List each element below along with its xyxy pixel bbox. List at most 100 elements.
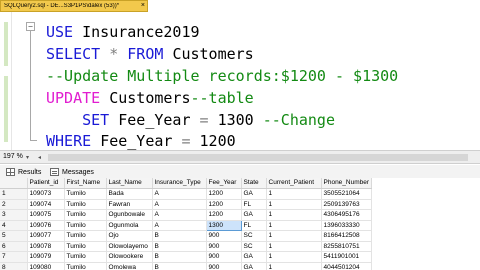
- query-tab[interactable]: SQLQuery2.sql - DE...S3P1PS\dalex (53))*…: [0, 0, 148, 12]
- table-cell[interactable]: Olowolayemo: [106, 241, 153, 252]
- column-header[interactable]: State: [241, 178, 267, 189]
- table-cell[interactable]: 1200: [206, 209, 242, 221]
- scroll-left-icon[interactable]: ◂: [38, 154, 41, 161]
- table-cell[interactable]: 1: [266, 251, 322, 263]
- table-cell[interactable]: 4044501204: [321, 262, 373, 270]
- row-number-cell[interactable]: 1: [0, 188, 28, 200]
- table-cell[interactable]: B: [152, 241, 207, 252]
- table-cell[interactable]: GA: [241, 188, 267, 200]
- table-cell[interactable]: 1: [266, 220, 322, 231]
- column-header[interactable]: Insurance_Type: [152, 178, 207, 189]
- table-cell[interactable]: 1: [266, 199, 322, 210]
- table-row[interactable]: 5 109077 Tumilo Ojo B 900 SC 1 8166412508: [0, 230, 373, 242]
- table-cell[interactable]: 900: [206, 251, 242, 263]
- table-cell[interactable]: Tumilo: [64, 209, 107, 221]
- zoom-level[interactable]: 197 %: [3, 153, 23, 160]
- table-cell[interactable]: A: [152, 209, 207, 221]
- table-cell[interactable]: 109075: [27, 209, 65, 221]
- zoom-dropdown-icon[interactable]: ▾: [26, 154, 29, 161]
- table-cell[interactable]: Tumilo: [64, 188, 107, 200]
- table-cell[interactable]: FL: [241, 199, 267, 210]
- table-cell[interactable]: Ojo: [106, 230, 153, 242]
- row-number-cell[interactable]: 4: [0, 220, 28, 231]
- column-header[interactable]: First_Name: [64, 178, 107, 189]
- tab-messages[interactable]: Messages: [50, 167, 94, 177]
- table-cell[interactable]: Tumilo: [64, 241, 107, 252]
- column-header[interactable]: Patient_id: [27, 178, 65, 189]
- column-header[interactable]: Fee_Year: [206, 178, 242, 189]
- table-cell[interactable]: A: [152, 220, 207, 231]
- table-cell[interactable]: 1: [266, 241, 322, 252]
- table-row[interactable]: 1 109073 Tumilo Bada A 1200 GA 1 3505521064: [0, 188, 373, 200]
- row-number-cell[interactable]: 2: [0, 199, 28, 210]
- row-number-cell[interactable]: 7: [0, 251, 28, 263]
- table-cell[interactable]: FL: [241, 220, 267, 231]
- table-cell[interactable]: Ogunbowale: [106, 209, 153, 221]
- horizontal-scrollbar[interactable]: [48, 154, 468, 161]
- table-cell[interactable]: Olowookere: [106, 251, 153, 263]
- column-header[interactable]: Last_Name: [106, 178, 153, 189]
- table-cell[interactable]: GA: [241, 209, 267, 221]
- table-row[interactable]: 8 109080 Tumilo Omolewa B 900 GA 1 4044501204: [0, 262, 373, 270]
- table-cell[interactable]: Fawran: [106, 199, 153, 210]
- row-number-cell[interactable]: 8: [0, 262, 28, 270]
- table-cell[interactable]: Tumilo: [64, 230, 107, 242]
- table-cell[interactable]: 109080: [27, 262, 65, 270]
- table-cell[interactable]: GA: [241, 251, 267, 263]
- table-cell[interactable]: A: [152, 188, 207, 200]
- table-cell[interactable]: 1: [266, 262, 322, 270]
- table-row[interactable]: 2 109074 Tumilo Fawran A 1200 FL 1 2509139763: [0, 199, 373, 210]
- column-header[interactable]: Current_Patient: [266, 178, 322, 189]
- table-cell[interactable]: 5411901001: [321, 251, 373, 263]
- table-cell[interactable]: 109078: [27, 241, 65, 252]
- table-cell[interactable]: 900: [206, 241, 242, 252]
- table-cell[interactable]: B: [152, 262, 207, 270]
- table-cell[interactable]: 109077: [27, 230, 65, 242]
- column-header[interactable]: Phone_Number: [321, 178, 373, 189]
- table-cell[interactable]: 900: [206, 262, 242, 270]
- table-cell[interactable]: 109076: [27, 220, 65, 231]
- table-cell[interactable]: 8255810751: [321, 241, 373, 252]
- table-cell[interactable]: 3505521064: [321, 188, 373, 200]
- table-row[interactable]: 4 109076 Tumilo Ogunmola A 1300 FL 1 1396033330: [0, 219, 373, 231]
- table-cell[interactable]: 1: [266, 188, 322, 200]
- results-grid[interactable]: Patient_id First_Name Last_Name Insurance_T…: [0, 178, 480, 270]
- table-cell[interactable]: 109074: [27, 199, 65, 210]
- row-number-cell[interactable]: 3: [0, 209, 28, 221]
- table-cell[interactable]: Omolewa: [106, 262, 153, 270]
- table-cell[interactable]: 4306495176: [321, 209, 373, 221]
- query-editor[interactable]: − USE Insurance2019 SELECT * FROM Custom…: [0, 12, 480, 150]
- table-row[interactable]: 6 109078 Tumilo Olowolayemo B 900 SC 1 825581075…: [0, 241, 373, 252]
- table-cell[interactable]: Tumilo: [64, 262, 107, 270]
- row-number-cell[interactable]: 6: [0, 241, 28, 252]
- collapse-icon[interactable]: −: [26, 22, 35, 31]
- table-cell[interactable]: Ogunmola: [106, 220, 153, 231]
- table-row[interactable]: 3 109075 Tumilo Ogunbowale A 1200 GA 1 430649517…: [0, 209, 373, 221]
- table-cell[interactable]: 1396033330: [321, 220, 373, 231]
- table-cell[interactable]: 1: [266, 209, 322, 221]
- table-cell[interactable]: 109073: [27, 188, 65, 200]
- table-cell[interactable]: 1300: [205, 219, 242, 231]
- table-cell[interactable]: Bada: [106, 188, 153, 200]
- table-cell[interactable]: 1: [266, 230, 322, 242]
- table-cell[interactable]: Tumilo: [64, 251, 107, 263]
- table-cell[interactable]: A: [152, 199, 207, 210]
- table-cell[interactable]: SC: [241, 241, 267, 252]
- tab-results[interactable]: Results: [6, 167, 41, 177]
- table-cell[interactable]: 109079: [27, 251, 65, 263]
- table-cell[interactable]: Tumilo: [64, 220, 107, 231]
- table-cell[interactable]: B: [152, 251, 207, 263]
- row-number-header[interactable]: [0, 178, 28, 189]
- table-row[interactable]: 7 109079 Tumilo Olowookere B 900 GA 1 5411901001: [0, 251, 373, 263]
- table-cell[interactable]: Tumilo: [64, 199, 107, 210]
- table-cell[interactable]: 1200: [206, 199, 242, 210]
- table-cell[interactable]: 2509139763: [321, 199, 373, 210]
- table-cell[interactable]: GA: [241, 262, 267, 270]
- close-tab-icon[interactable]: ×: [141, 2, 145, 10]
- table-cell[interactable]: 900: [206, 230, 242, 242]
- table-cell[interactable]: B: [152, 230, 207, 242]
- table-cell[interactable]: 8166412508: [321, 230, 373, 242]
- table-cell[interactable]: SC: [241, 230, 267, 242]
- table-cell[interactable]: 1200: [206, 188, 242, 200]
- row-number-cell[interactable]: 5: [0, 230, 28, 242]
